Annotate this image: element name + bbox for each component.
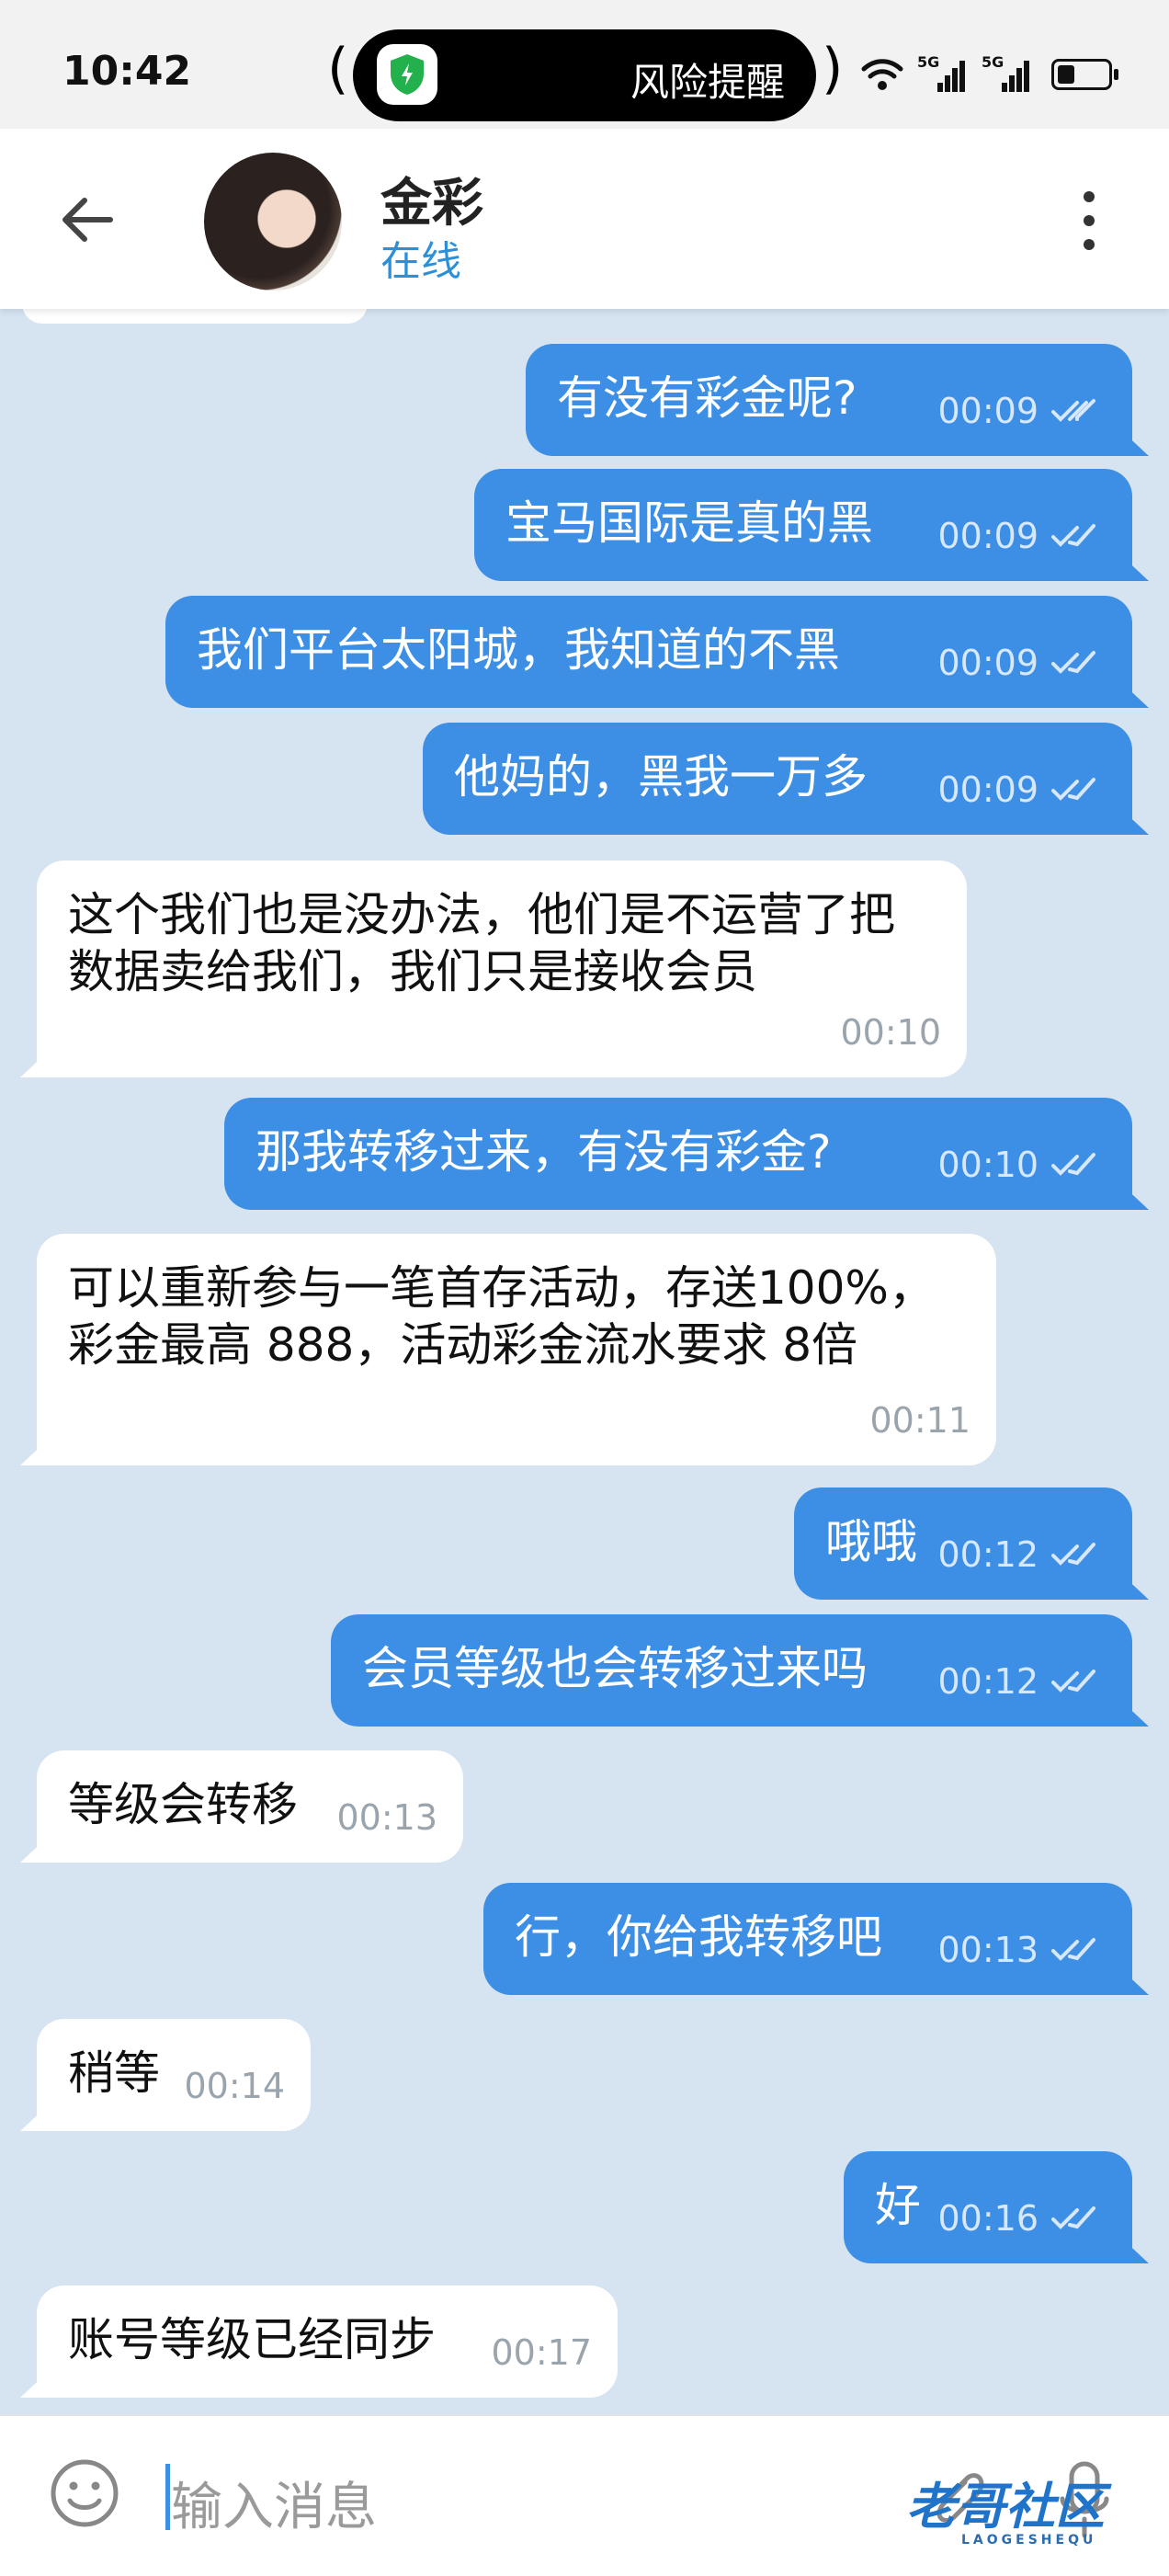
- message-text: 好: [875, 2179, 921, 2232]
- read-ticks-icon: [1051, 1153, 1095, 1176]
- message-bubble-outgoing[interactable]: 那我转移过来，有没有彩金? 00:10: [224, 1098, 1132, 1210]
- chat-header: 金彩 在线: [0, 129, 1169, 309]
- message-text: 可以重新参与一笔首存活动，存送100%，彩金最高 888，活动彩金流水要求 8倍: [68, 1261, 935, 1372]
- message-bubble-outgoing[interactable]: 宝马国际是真的黑 00:09: [474, 469, 1132, 581]
- shield-icon: [377, 44, 437, 105]
- message-text: 宝马国际是真的黑: [505, 496, 873, 550]
- message-time: 00:12: [937, 1661, 1038, 1702]
- battery-icon: [1051, 59, 1118, 90]
- message-time: 00:13: [336, 1797, 437, 1838]
- message-text: 那我转移过来，有没有彩金?: [255, 1125, 832, 1179]
- message-time: 00:12: [937, 1534, 1038, 1575]
- more-options-icon[interactable]: [1075, 191, 1103, 256]
- message-time: 00:16: [937, 2198, 1038, 2239]
- message-bubble-incoming[interactable]: 稍等 00:14: [37, 2019, 311, 2131]
- message-bubble-outgoing[interactable]: 我们平台太阳城，我知道的不黑 00:09: [165, 596, 1132, 708]
- read-ticks-icon: [1051, 778, 1095, 801]
- read-ticks-icon: [1051, 1938, 1095, 1961]
- message-time: 00:09: [937, 643, 1038, 683]
- pill-left-bracket: (: [327, 37, 349, 101]
- read-ticks-icon: [1051, 399, 1095, 422]
- message-text: 会员等级也会转移过来吗: [362, 1642, 868, 1695]
- status-icons: 5G 5G: [860, 53, 1118, 96]
- message-bubble-incoming[interactable]: 这个我们也是没办法，他们是不运营了把数据卖给我们，我们只是接收会员 00:10: [37, 861, 967, 1077]
- message-text: 账号等级已经同步: [68, 2313, 436, 2366]
- read-ticks-icon: [1051, 1670, 1095, 1693]
- status-time: 10:42: [62, 48, 192, 95]
- message-list[interactable]: 有没有彩金呢? 00:09 宝马国际是真的黑 00:09 我们平台太阳城，我知道…: [0, 309, 1169, 2414]
- contact-status: 在线: [380, 238, 461, 285]
- message-input[interactable]: 输入消息: [171, 2466, 377, 2540]
- message-text: 我们平台太阳城，我知道的不黑: [197, 623, 840, 677]
- signal-icon-2: 5G: [982, 53, 1033, 96]
- risk-alert-label: 风险提醒: [630, 60, 786, 105]
- message-time: 00:10: [840, 1012, 941, 1053]
- read-ticks-icon: [1051, 1543, 1095, 1566]
- message-bubble-incoming[interactable]: 等级会转移 00:13: [37, 1750, 463, 1863]
- message-time: 00:09: [937, 769, 1038, 810]
- message-bubble-outgoing[interactable]: 会员等级也会转移过来吗 00:12: [331, 1614, 1132, 1727]
- status-bar: 10:42 ( 风险提醒 ) 5G 5G: [0, 0, 1169, 129]
- message-text: 稍等: [68, 2046, 160, 2100]
- signal-icon-1: 5G: [917, 53, 969, 96]
- message-bubble-outgoing[interactable]: 好 00:16: [844, 2151, 1132, 2263]
- message-time: 00:13: [937, 1930, 1038, 1970]
- message-text: 行，你给我转移吧: [515, 1910, 882, 1964]
- pill-right-bracket: ): [822, 37, 844, 101]
- emoji-icon[interactable]: [48, 2456, 121, 2530]
- message-bubble-outgoing[interactable]: 他妈的，黑我一万多 00:09: [423, 723, 1132, 835]
- message-time: 00:09: [937, 391, 1038, 431]
- message-bubble-outgoing[interactable]: 行，你给我转移吧 00:13: [483, 1883, 1132, 1995]
- back-arrow-icon[interactable]: [55, 188, 119, 252]
- message-text: 哦哦: [825, 1515, 917, 1568]
- message-time: 00:10: [937, 1145, 1038, 1185]
- message-bubble-incoming[interactable]: 账号等级已经同步 00:17: [37, 2285, 618, 2398]
- message-bubble-incoming[interactable]: 可以重新参与一笔首存活动，存送100%，彩金最高 888，活动彩金流水要求 8倍…: [37, 1234, 996, 1465]
- read-ticks-icon: [1051, 2206, 1095, 2229]
- message-text: 等级会转移: [68, 1778, 298, 1831]
- message-time: 00:11: [869, 1400, 970, 1441]
- watermark-logo: 老哥社区 LAOGESHEQU: [906, 2478, 1105, 2548]
- wifi-icon: [861, 59, 903, 90]
- message-text: 他妈的，黑我一万多: [454, 750, 868, 804]
- message-text: 有没有彩金呢?: [557, 371, 857, 425]
- message-bubble-outgoing[interactable]: 有没有彩金呢? 00:09: [526, 344, 1132, 456]
- contact-name[interactable]: 金彩: [380, 162, 483, 236]
- read-ticks-icon: [1051, 651, 1095, 674]
- message-bubble-outgoing[interactable]: 哦哦 00:12: [794, 1487, 1132, 1600]
- message-time: 00:09: [937, 516, 1038, 556]
- message-time: 00:14: [184, 2066, 285, 2106]
- text-cursor: [165, 2464, 170, 2530]
- read-ticks-icon: [1051, 524, 1095, 547]
- message-text: 这个我们也是没办法，他们是不运营了把数据卖给我们，我们只是接收会员: [68, 888, 895, 998]
- message-time: 00:17: [491, 2332, 592, 2373]
- avatar[interactable]: [204, 153, 342, 291]
